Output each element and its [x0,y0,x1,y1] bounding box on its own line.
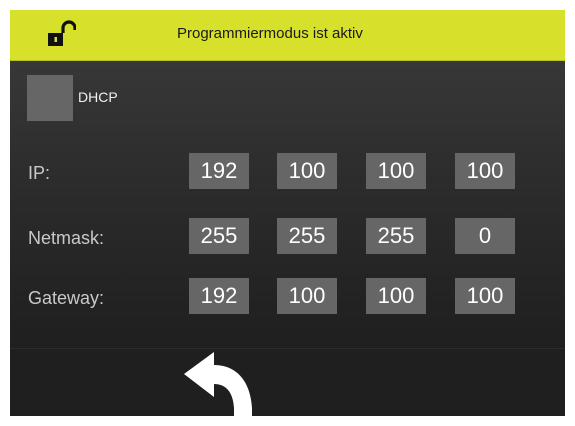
gateway-octet-3[interactable]: 100 [366,278,426,314]
gateway-octet-4[interactable]: 100 [455,278,515,314]
netmask-octet-4[interactable]: 0 [455,218,515,254]
netmask-octet-2[interactable]: 255 [277,218,337,254]
gateway-octet-2[interactable]: 100 [277,278,337,314]
gateway-octet-1[interactable]: 192 [189,278,249,314]
header-bar: Programmiermodus ist aktiv [10,10,565,61]
netmask-octet-3[interactable]: 255 [366,218,426,254]
touch-panel-screen: Programmiermodus ist aktiv DHCP IP: 192 … [10,10,565,416]
dhcp-label: DHCP [78,89,118,105]
ip-octet-1[interactable]: 192 [189,153,249,189]
back-arrow-icon[interactable] [180,350,258,416]
netmask-label: Netmask: [28,228,105,248]
netmask-octet-1[interactable]: 255 [189,218,249,254]
dhcp-checkbox[interactable] [27,75,73,121]
unlocked-padlock-icon [48,20,76,46]
ip-octet-3[interactable]: 100 [366,153,426,189]
header-title: Programmiermodus ist aktiv [177,25,363,42]
footer-bar [10,348,565,416]
ip-octet-4[interactable]: 100 [455,153,515,189]
ip-octet-2[interactable]: 100 [277,153,337,189]
ip-label: IP: [28,163,51,183]
gateway-label: Gateway: [28,288,105,308]
